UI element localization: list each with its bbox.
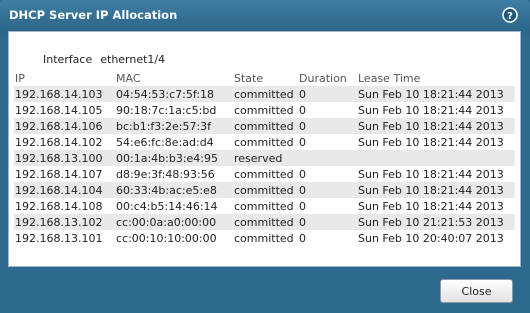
column-header-mac[interactable]: MAC (115, 70, 233, 86)
interface-value: ethernet1/4 (100, 53, 166, 66)
table-row[interactable]: 192.168.14.108 00:c4:b5:14:46:14 committ… (14, 198, 515, 214)
cell-state: committed (233, 134, 298, 150)
cell-ip: 192.168.14.104 (14, 182, 115, 198)
close-button[interactable]: Close (440, 279, 513, 303)
cell-mac: 90:18:7c:1a:c5:bd (115, 102, 233, 118)
cell-duration: 0 (298, 102, 357, 118)
cell-state: reserved (233, 150, 298, 166)
cell-ip: 192.168.14.102 (14, 134, 115, 150)
cell-lease-time: Sun Feb 10 18:21:44 2013 (357, 102, 515, 118)
cell-mac: d8:9e:3f:48:93:56 (115, 166, 233, 182)
cell-state: committed (233, 230, 298, 246)
cell-state: committed (233, 86, 298, 102)
column-header-lease-time[interactable]: Lease Time (357, 70, 515, 86)
cell-mac: 04:54:53:c7:5f:18 (115, 86, 233, 102)
cell-ip: 192.168.14.108 (14, 198, 115, 214)
cell-lease-time: Sun Feb 10 18:21:44 2013 (357, 166, 515, 182)
cell-duration (298, 150, 357, 166)
table-row[interactable]: 192.168.14.104 60:33:4b:ac:e5:e8 committ… (14, 182, 515, 198)
cell-state: committed (233, 198, 298, 214)
cell-mac: cc:00:10:10:00:00 (115, 230, 233, 246)
cell-ip: 192.168.13.100 (14, 150, 115, 166)
cell-mac: 00:c4:b5:14:46:14 (115, 198, 233, 214)
cell-lease-time: Sun Feb 10 20:40:07 2013 (357, 230, 515, 246)
table-row[interactable]: 192.168.14.106 bc:b1:f3:2e:57:3f committ… (14, 118, 515, 134)
cell-state: committed (233, 118, 298, 134)
cell-duration: 0 (298, 118, 357, 134)
cell-lease-time: Sun Feb 10 18:21:44 2013 (357, 182, 515, 198)
cell-ip: 192.168.13.101 (14, 230, 115, 246)
cell-duration: 0 (298, 166, 357, 182)
cell-ip: 192.168.14.105 (14, 102, 115, 118)
cell-duration: 0 (298, 198, 357, 214)
cell-lease-time: Sun Feb 10 18:21:44 2013 (357, 118, 515, 134)
cell-mac: 60:33:4b:ac:e5:e8 (115, 182, 233, 198)
cell-lease-time: Sun Feb 10 18:21:44 2013 (357, 198, 515, 214)
cell-lease-time: Sun Feb 10 21:21:53 2013 (357, 214, 515, 230)
table-row[interactable]: 192.168.14.102 54:e6:fc:8e:ad:d4 committ… (14, 134, 515, 150)
table-row[interactable]: 192.168.13.102 cc:00:0a:a0:00:00 committ… (14, 214, 515, 230)
table-row[interactable]: 192.168.14.107 d8:9e:3f:48:93:56 committ… (14, 166, 515, 182)
dhcp-allocation-dialog: DHCP Server IP Allocation ? Interface eth… (0, 0, 530, 313)
cell-duration: 0 (298, 182, 357, 198)
cell-ip: 192.168.14.103 (14, 86, 115, 102)
dialog-content: Interface ethernet1/4 IP MAC State Durati… (8, 31, 521, 267)
cell-duration: 0 (298, 214, 357, 230)
cell-mac: cc:00:0a:a0:00:00 (115, 214, 233, 230)
table-row[interactable]: 192.168.13.101 cc:00:10:10:00:00 committ… (14, 230, 515, 246)
cell-mac: 54:e6:fc:8e:ad:d4 (115, 134, 233, 150)
cell-lease-time: Sun Feb 10 18:21:44 2013 (357, 134, 515, 150)
table-row[interactable]: 192.168.14.105 90:18:7c:1a:c5:bd committ… (14, 102, 515, 118)
dialog-title: DHCP Server IP Allocation (9, 8, 178, 22)
ip-allocation-table: IP MAC State Duration Lease Time 192.168… (14, 70, 515, 246)
cell-duration: 0 (298, 134, 357, 150)
interface-label: Interface (42, 53, 93, 66)
svg-text:?: ? (507, 11, 513, 22)
table-header-row: IP MAC State Duration Lease Time (14, 70, 515, 86)
cell-lease-time (357, 150, 515, 166)
cell-state: committed (233, 214, 298, 230)
table-row[interactable]: 192.168.14.103 04:54:53:c7:5f:18 committ… (14, 86, 515, 102)
dialog-title-bar[interactable]: DHCP Server IP Allocation ? (0, 0, 530, 30)
cell-lease-time: Sun Feb 10 18:21:44 2013 (357, 86, 515, 102)
table-row[interactable]: 192.168.13.100 00:1a:4b:b3:e4:95 reserve… (14, 150, 515, 166)
cell-duration: 0 (298, 230, 357, 246)
cell-ip: 192.168.13.102 (14, 214, 115, 230)
column-header-ip[interactable]: IP (14, 70, 115, 86)
column-header-duration[interactable]: Duration (298, 70, 357, 86)
cell-mac: 00:1a:4b:b3:e4:95 (115, 150, 233, 166)
cell-state: committed (233, 182, 298, 198)
cell-ip: 192.168.14.106 (14, 118, 115, 134)
cell-state: committed (233, 102, 298, 118)
cell-ip: 192.168.14.107 (14, 166, 115, 182)
cell-duration: 0 (298, 86, 357, 102)
column-header-state[interactable]: State (233, 70, 298, 86)
help-icon[interactable]: ? (502, 7, 518, 23)
cell-state: committed (233, 166, 298, 182)
cell-mac: bc:b1:f3:2e:57:3f (115, 118, 233, 134)
